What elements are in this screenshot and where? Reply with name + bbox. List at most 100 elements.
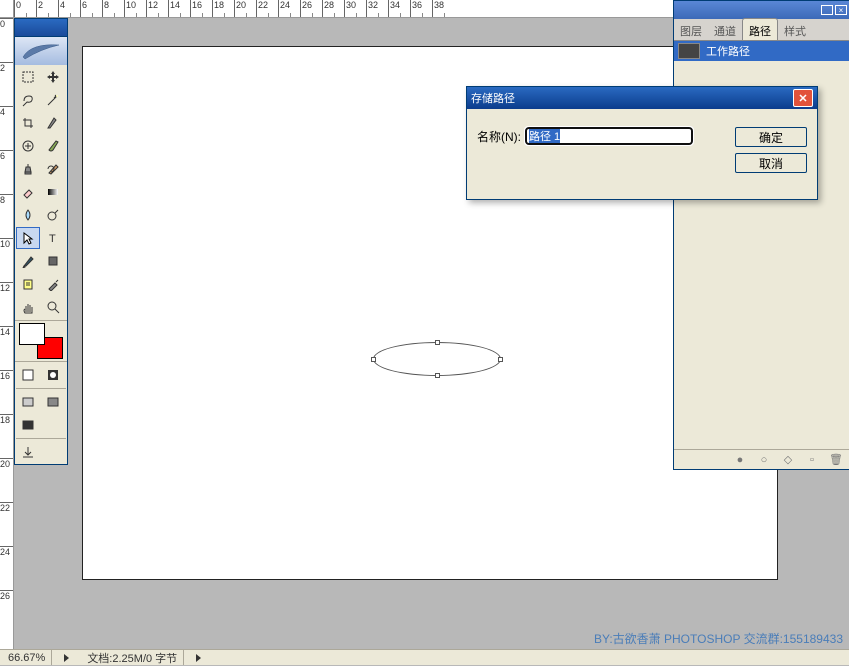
healing-tool[interactable] xyxy=(16,135,40,157)
to-selection-icon[interactable]: ◇ xyxy=(781,453,795,467)
new-path-icon[interactable]: ▫ xyxy=(805,453,819,467)
ruler-tick: 22 xyxy=(0,502,13,546)
zoom-tool[interactable] xyxy=(41,296,65,318)
history-brush-tool[interactable] xyxy=(41,158,65,180)
close-panel-icon[interactable]: × xyxy=(835,5,847,15)
ruler-tick: 20 xyxy=(234,0,256,17)
paths-panel-body: 工作路径 xyxy=(674,41,849,61)
panel-tabs: 图层通道路径样式 xyxy=(674,19,849,41)
ruler-tick: 16 xyxy=(0,370,13,414)
ruler-tick: 0 xyxy=(14,0,36,17)
path-item-work[interactable]: 工作路径 xyxy=(674,41,849,61)
save-path-dialog: 存储路径 ✕ 名称(N): 确定 取消 xyxy=(466,86,818,200)
ruler-tick: 2 xyxy=(36,0,58,17)
toolbox-title-bar[interactable] xyxy=(15,19,67,37)
panel-title-bar[interactable]: _ × xyxy=(674,1,849,19)
ruler-tick: 22 xyxy=(256,0,278,17)
ellipse-path[interactable] xyxy=(373,342,501,376)
ruler-tick: 24 xyxy=(278,0,300,17)
path-thumb-icon xyxy=(678,43,700,59)
dialog-title: 存储路径 xyxy=(471,90,515,106)
tab-图层[interactable]: 图层 xyxy=(674,19,708,40)
pen-tool[interactable] xyxy=(16,250,40,272)
standard-mode-button[interactable] xyxy=(16,364,40,386)
cancel-button[interactable]: 取消 xyxy=(735,153,807,173)
marquee-tool[interactable] xyxy=(16,66,40,88)
ruler-tick: 34 xyxy=(388,0,410,17)
move-tool[interactable] xyxy=(41,66,65,88)
jump-to-button[interactable] xyxy=(16,441,40,463)
ruler-tick: 36 xyxy=(410,0,432,17)
anchor-bottom[interactable] xyxy=(435,373,440,378)
panel-footer: ● ○ ◇ ▫ 🗑 xyxy=(674,449,849,469)
ok-button[interactable]: 确定 xyxy=(735,127,807,147)
name-input[interactable] xyxy=(525,127,693,145)
anchor-left[interactable] xyxy=(371,357,376,362)
blur-tool[interactable] xyxy=(16,204,40,226)
tab-路径[interactable]: 路径 xyxy=(742,18,778,40)
vertical-ruler: 02468101214161820222426 xyxy=(0,18,14,649)
screen-full-menu-button[interactable] xyxy=(41,391,65,413)
anchor-right[interactable] xyxy=(498,357,503,362)
toolbox-header-icon xyxy=(15,37,67,65)
hand-tool[interactable] xyxy=(16,296,40,318)
ruler-tick: 4 xyxy=(58,0,80,17)
ruler-tick: 14 xyxy=(0,326,13,370)
foreground-swatch[interactable] xyxy=(19,323,45,345)
gradient-tool[interactable] xyxy=(41,181,65,203)
magic-wand-tool[interactable] xyxy=(41,89,65,111)
crop-tool[interactable] xyxy=(16,112,40,134)
ruler-tick: 30 xyxy=(344,0,366,17)
clone-stamp-tool[interactable] xyxy=(16,158,40,180)
brush-tool[interactable] xyxy=(41,135,65,157)
ruler-tick: 6 xyxy=(80,0,102,17)
ruler-tick: 24 xyxy=(0,546,13,590)
path-item-label: 工作路径 xyxy=(706,43,750,59)
fill-path-icon[interactable]: ● xyxy=(733,453,747,467)
ruler-tick: 8 xyxy=(102,0,124,17)
close-icon[interactable]: ✕ xyxy=(793,89,813,107)
type-tool[interactable]: T xyxy=(41,227,65,249)
minimize-icon[interactable]: _ xyxy=(821,5,833,15)
ruler-tick: 10 xyxy=(0,238,13,282)
doc-size: 文档:2.25M/0 字节 xyxy=(81,650,184,665)
stroke-path-icon[interactable]: ○ xyxy=(757,453,771,467)
ruler-tick: 12 xyxy=(0,282,13,326)
eraser-tool[interactable] xyxy=(16,181,40,203)
ruler-tick: 38 xyxy=(432,0,454,17)
name-label: 名称(N): xyxy=(477,128,521,145)
credit-text: BY:古欲香萧 PHOTOSHOP 交流群:155189433 xyxy=(594,630,843,647)
shape-tool[interactable] xyxy=(41,250,65,272)
ruler-tick: 10 xyxy=(124,0,146,17)
svg-text:T: T xyxy=(49,233,56,245)
notes-tool[interactable] xyxy=(16,273,40,295)
eyedropper-tool[interactable] xyxy=(41,273,65,295)
dialog-title-bar[interactable]: 存储路径 ✕ xyxy=(467,87,817,109)
ruler-tick: 18 xyxy=(0,414,13,458)
lasso-tool[interactable] xyxy=(16,89,40,111)
tab-样式[interactable]: 样式 xyxy=(778,19,812,40)
quickmask-mode-button[interactable] xyxy=(41,364,65,386)
arrow-icon[interactable] xyxy=(64,654,69,662)
slice-tool[interactable] xyxy=(41,112,65,134)
ruler-tick: 2 xyxy=(0,62,13,106)
anchor-top[interactable] xyxy=(435,340,440,345)
ruler-tick: 20 xyxy=(0,458,13,502)
ruler-tick: 0 xyxy=(0,18,13,62)
screen-standard-button[interactable] xyxy=(16,391,40,413)
ruler-corner xyxy=(0,0,14,18)
screen-full-button[interactable] xyxy=(16,414,40,436)
delete-path-icon[interactable]: 🗑 xyxy=(829,453,843,467)
status-bar: 66.67% 文档:2.25M/0 字节 xyxy=(0,649,849,665)
ruler-tick: 14 xyxy=(168,0,190,17)
arrow-icon[interactable] xyxy=(196,654,201,662)
zoom-level[interactable]: 66.67% xyxy=(2,650,52,665)
color-wells[interactable] xyxy=(17,323,65,359)
ruler-tick: 16 xyxy=(190,0,212,17)
tab-通道[interactable]: 通道 xyxy=(708,19,742,40)
path-select-tool[interactable] xyxy=(16,227,40,249)
panels-palette: _ × 图层通道路径样式 工作路径 ● ○ ◇ ▫ 🗑 xyxy=(673,0,849,470)
toolbox: T xyxy=(14,18,68,465)
ruler-tick: 6 xyxy=(0,150,13,194)
dodge-tool[interactable] xyxy=(41,204,65,226)
